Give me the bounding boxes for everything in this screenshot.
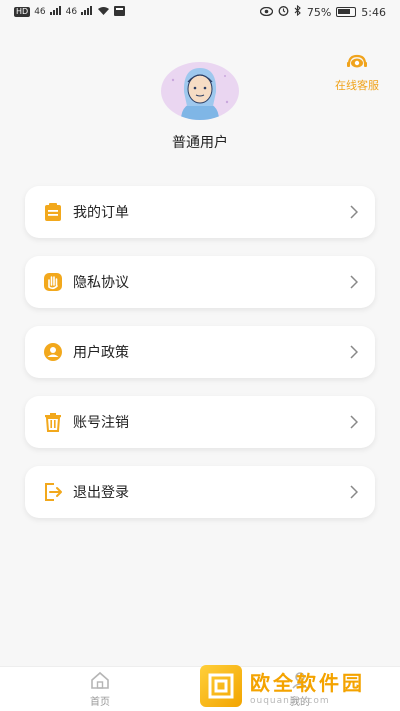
signal-icon-2 <box>81 6 93 18</box>
menu-label-delete-account: 账号注销 <box>73 415 129 431</box>
hand-icon <box>41 270 65 294</box>
watermark-text: 欧全软件园 ouquanjin.com <box>250 667 365 706</box>
signal-icon <box>49 6 62 18</box>
menu-label-user-policy: 用户政策 <box>73 345 129 361</box>
watermark: 欧全软件园 ouquanjin.com <box>200 663 396 709</box>
notification-icon <box>114 5 126 19</box>
online-service-label: 在线客服 <box>335 79 379 92</box>
menu-item-user-policy[interactable]: 用户政策 <box>25 326 375 378</box>
chevron-right-icon <box>347 485 361 499</box>
order-list-icon <box>41 200 65 224</box>
chevron-right-icon <box>347 415 361 429</box>
logout-icon <box>41 480 65 504</box>
menu-label-my-orders: 我的订单 <box>73 205 129 221</box>
user-policy-icon <box>41 340 65 364</box>
clock: 5:46 <box>361 5 386 19</box>
home-icon <box>90 671 110 692</box>
chevron-right-icon <box>347 345 361 359</box>
tab-home[interactable]: 首页 <box>70 671 130 708</box>
menu-item-my-orders[interactable]: 我的订单 <box>25 186 375 238</box>
menu-label-logout: 退出登录 <box>73 485 129 501</box>
battery-icon <box>336 7 357 17</box>
trash-icon <box>41 410 65 434</box>
chevron-right-icon <box>347 275 361 289</box>
alarm-icon <box>278 5 289 19</box>
chevron-right-icon <box>347 205 361 219</box>
watermark-title: 欧全软件园 <box>250 670 365 695</box>
hd-badge: HD <box>14 7 31 17</box>
watermark-logo <box>200 665 242 707</box>
status-left: HD 46 46 <box>14 5 126 19</box>
avatar[interactable] <box>161 62 239 120</box>
status-bar: HD 46 46 75% 5:46 <box>0 0 400 24</box>
headset-icon <box>346 54 368 74</box>
status-right: 75% 5:46 <box>259 4 386 19</box>
signal-badge-1: 46 <box>34 7 46 17</box>
online-service-button[interactable]: 在线客服 <box>330 54 384 93</box>
menu-item-privacy-agreement[interactable]: 隐私协议 <box>25 256 375 308</box>
menu-label-privacy-agreement: 隐私协议 <box>73 275 129 291</box>
wifi-icon <box>97 6 110 19</box>
avatar-icon <box>171 68 229 120</box>
username: 普通用户 <box>172 135 228 151</box>
menu-item-delete-account[interactable]: 账号注销 <box>25 396 375 448</box>
tab-home-label: 首页 <box>90 697 110 708</box>
bluetooth-icon <box>294 4 302 19</box>
menu-item-logout[interactable]: 退出登录 <box>25 466 375 518</box>
signal-badge-2: 46 <box>65 7 78 17</box>
watermark-url: ouquanjin.com <box>250 695 330 706</box>
battery-percent: 75% <box>306 5 332 19</box>
eye-icon <box>259 6 273 19</box>
